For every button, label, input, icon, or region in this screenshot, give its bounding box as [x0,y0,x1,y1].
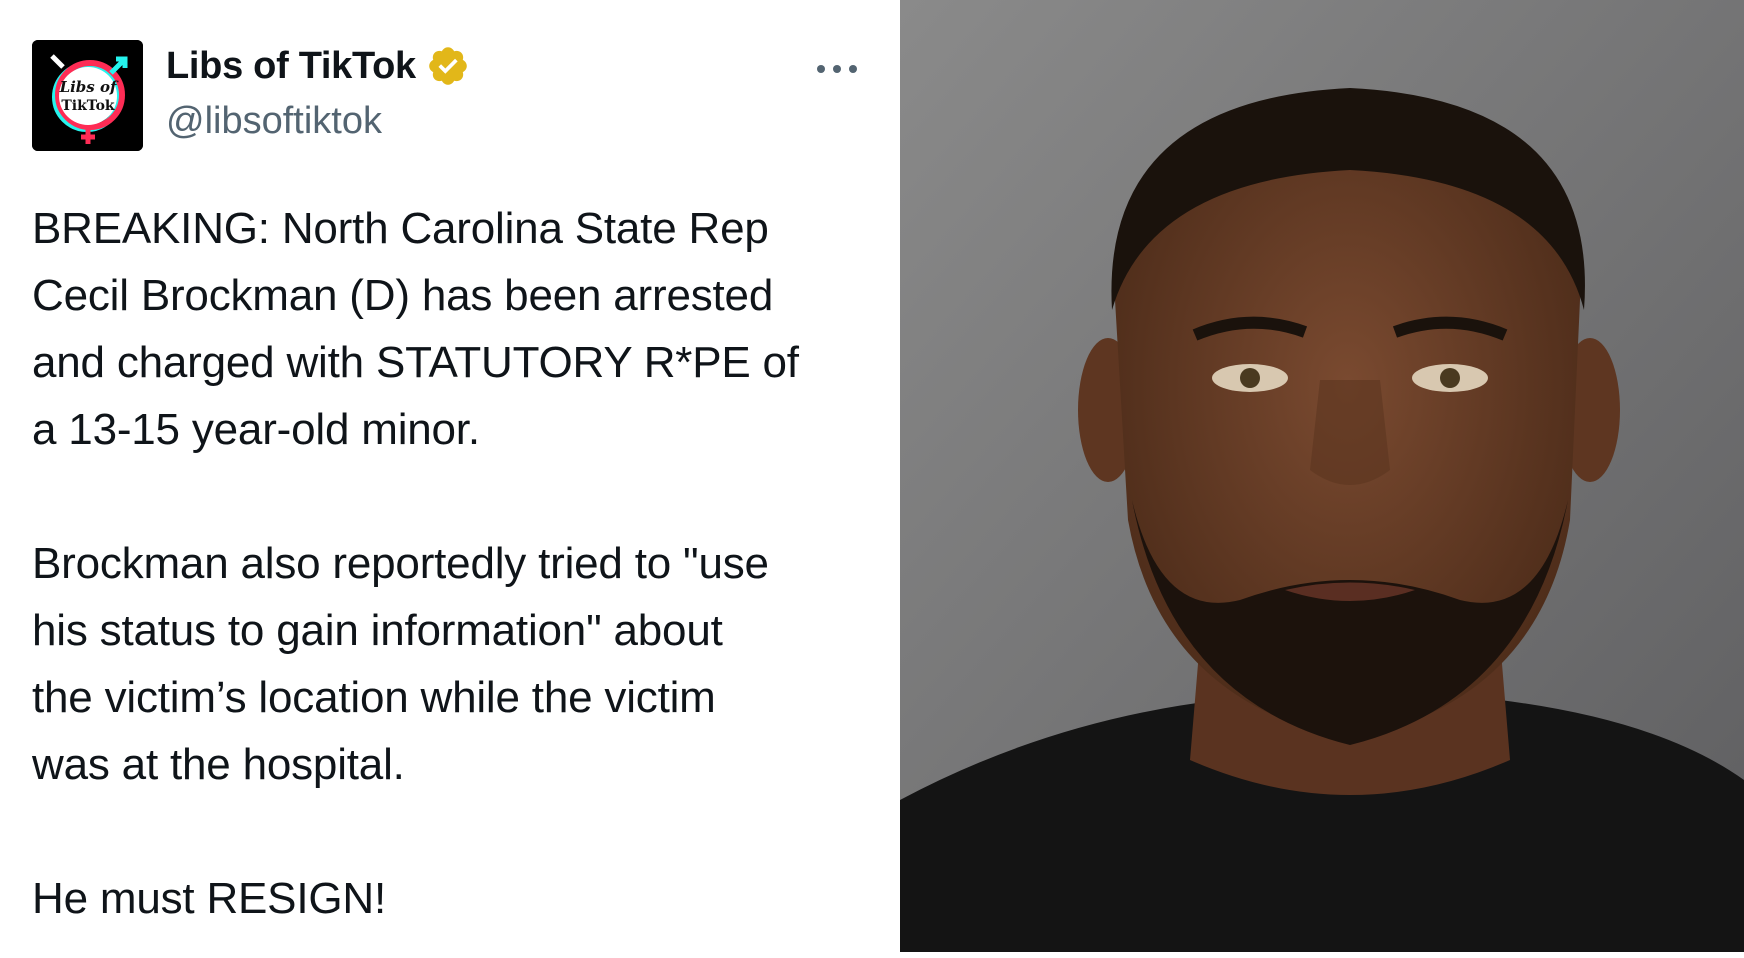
tweet-text: BREAKING: North Carolina State Rep Cecil… [32,195,882,932]
tweet-paragraph: He must RESIGN! [32,874,386,923]
tweet-paragraph: BREAKING: North Carolina State Rep Cecil… [32,204,799,454]
more-options-button[interactable] [810,52,864,86]
svg-text:TikTok: TikTok [61,98,115,114]
more-options-icon [817,65,857,73]
attached-photo[interactable] [900,0,1744,952]
libs-of-tiktok-logo: Libs of TikTok [32,40,143,151]
display-name[interactable]: Libs of TikTok [166,45,416,88]
author-name-row: Libs of TikTok [166,44,470,88]
verified-badge-icon[interactable] [426,44,470,88]
author-handle[interactable]: @libsoftiktok [166,100,382,143]
avatar[interactable]: Libs of TikTok [32,40,143,151]
divider [900,952,1744,958]
svg-text:Libs of: Libs of [59,78,119,96]
mugshot-photo [900,0,1744,952]
tweet-card: Libs of TikTok Libs of TikTok @libsoftik… [0,0,900,958]
tweet-paragraph: Brockman also reportedly tried to "use h… [32,539,769,789]
